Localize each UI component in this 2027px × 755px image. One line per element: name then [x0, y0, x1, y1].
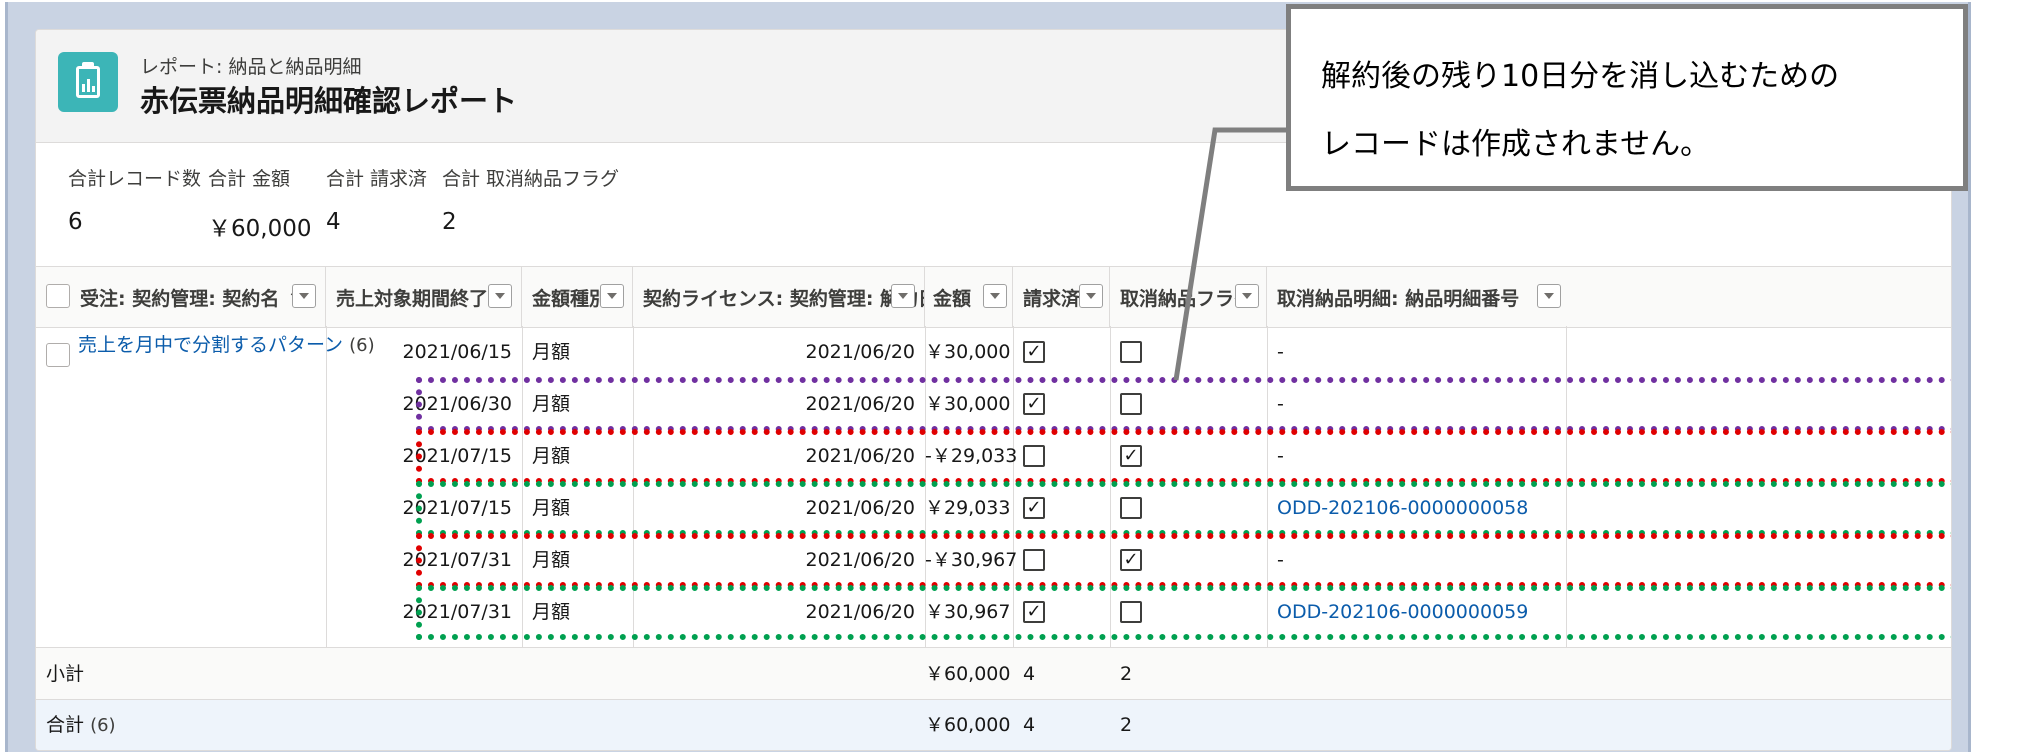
- callout-box: 解約後の残り10日分を消し込むための レコードは作成されません。: [1286, 4, 1968, 191]
